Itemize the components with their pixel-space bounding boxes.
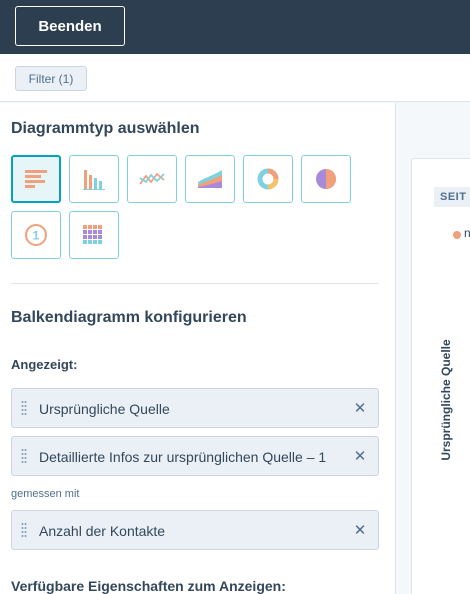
summary-number-text: 1 (33, 229, 40, 243)
displayed-property-chip[interactable]: Detaillierte Infos zur ursprünglichen Qu… (11, 436, 379, 476)
top-bar: Beenden (0, 0, 470, 54)
area-chart-icon (198, 170, 222, 188)
pie-chart-icon (316, 169, 336, 189)
chart-config-panel: Diagrammtyp auswählen 1 Balkendiagramm k… (0, 103, 396, 594)
legend-dot (453, 231, 461, 239)
chart-type-line[interactable] (127, 155, 177, 203)
chart-preview-area: SEIT n Ursprüngliche Quelle (396, 103, 470, 594)
filter-button[interactable]: Filter (1) (15, 66, 87, 91)
donut-chart-icon (257, 168, 279, 190)
drag-handle-icon[interactable] (21, 522, 27, 540)
close-icon[interactable]: ✕ (352, 522, 368, 539)
summary-number-icon: 1 (25, 224, 47, 246)
section-divider (11, 283, 379, 284)
chart-type-pie[interactable] (301, 155, 351, 203)
chip-label: Ursprüngliche Quelle (39, 401, 170, 417)
table-chart-icon (83, 225, 102, 244)
chart-type-heading: Diagrammtyp auswählen (11, 120, 200, 137)
close-icon[interactable]: ✕ (352, 400, 368, 417)
available-properties-label: Verfügbare Eigenschaften zum Anzeigen: (11, 578, 286, 594)
close-icon[interactable]: ✕ (352, 448, 368, 465)
filter-bar: Filter (1) (0, 54, 470, 102)
chart-type-donut[interactable] (243, 155, 293, 203)
displayed-property-chip[interactable]: Ursprüngliche Quelle ✕ (11, 388, 379, 428)
chart-type-table[interactable] (69, 211, 119, 259)
measured-with-label: gemessen mit (11, 488, 80, 500)
drag-handle-icon[interactable] (21, 448, 27, 466)
horizontal-bar-chart-icon (25, 170, 47, 188)
vertical-bar-chart-icon (83, 170, 105, 190)
measure-property-chip[interactable]: Anzahl der Kontakte ✕ (11, 510, 379, 550)
drag-handle-icon[interactable] (21, 400, 27, 418)
chip-label: Detaillierte Infos zur ursprünglichen Qu… (39, 449, 327, 465)
configure-heading: Balkendiagramm konfigurieren (11, 309, 247, 326)
preview-tag: SEIT (434, 187, 470, 207)
chart-type-horizontal-bar[interactable] (11, 155, 61, 203)
line-chart-icon (139, 172, 165, 185)
y-axis-label: Ursprüngliche Quelle (439, 339, 453, 461)
displayed-label: Angezeigt: (11, 357, 78, 372)
legend-text: n (464, 226, 470, 240)
chip-label: Anzahl der Kontakte (39, 523, 166, 539)
exit-button[interactable]: Beenden (15, 6, 125, 46)
chart-type-vertical-bar[interactable] (69, 155, 119, 203)
chart-type-summary[interactable]: 1 (11, 211, 61, 259)
chart-type-area[interactable] (185, 155, 235, 203)
